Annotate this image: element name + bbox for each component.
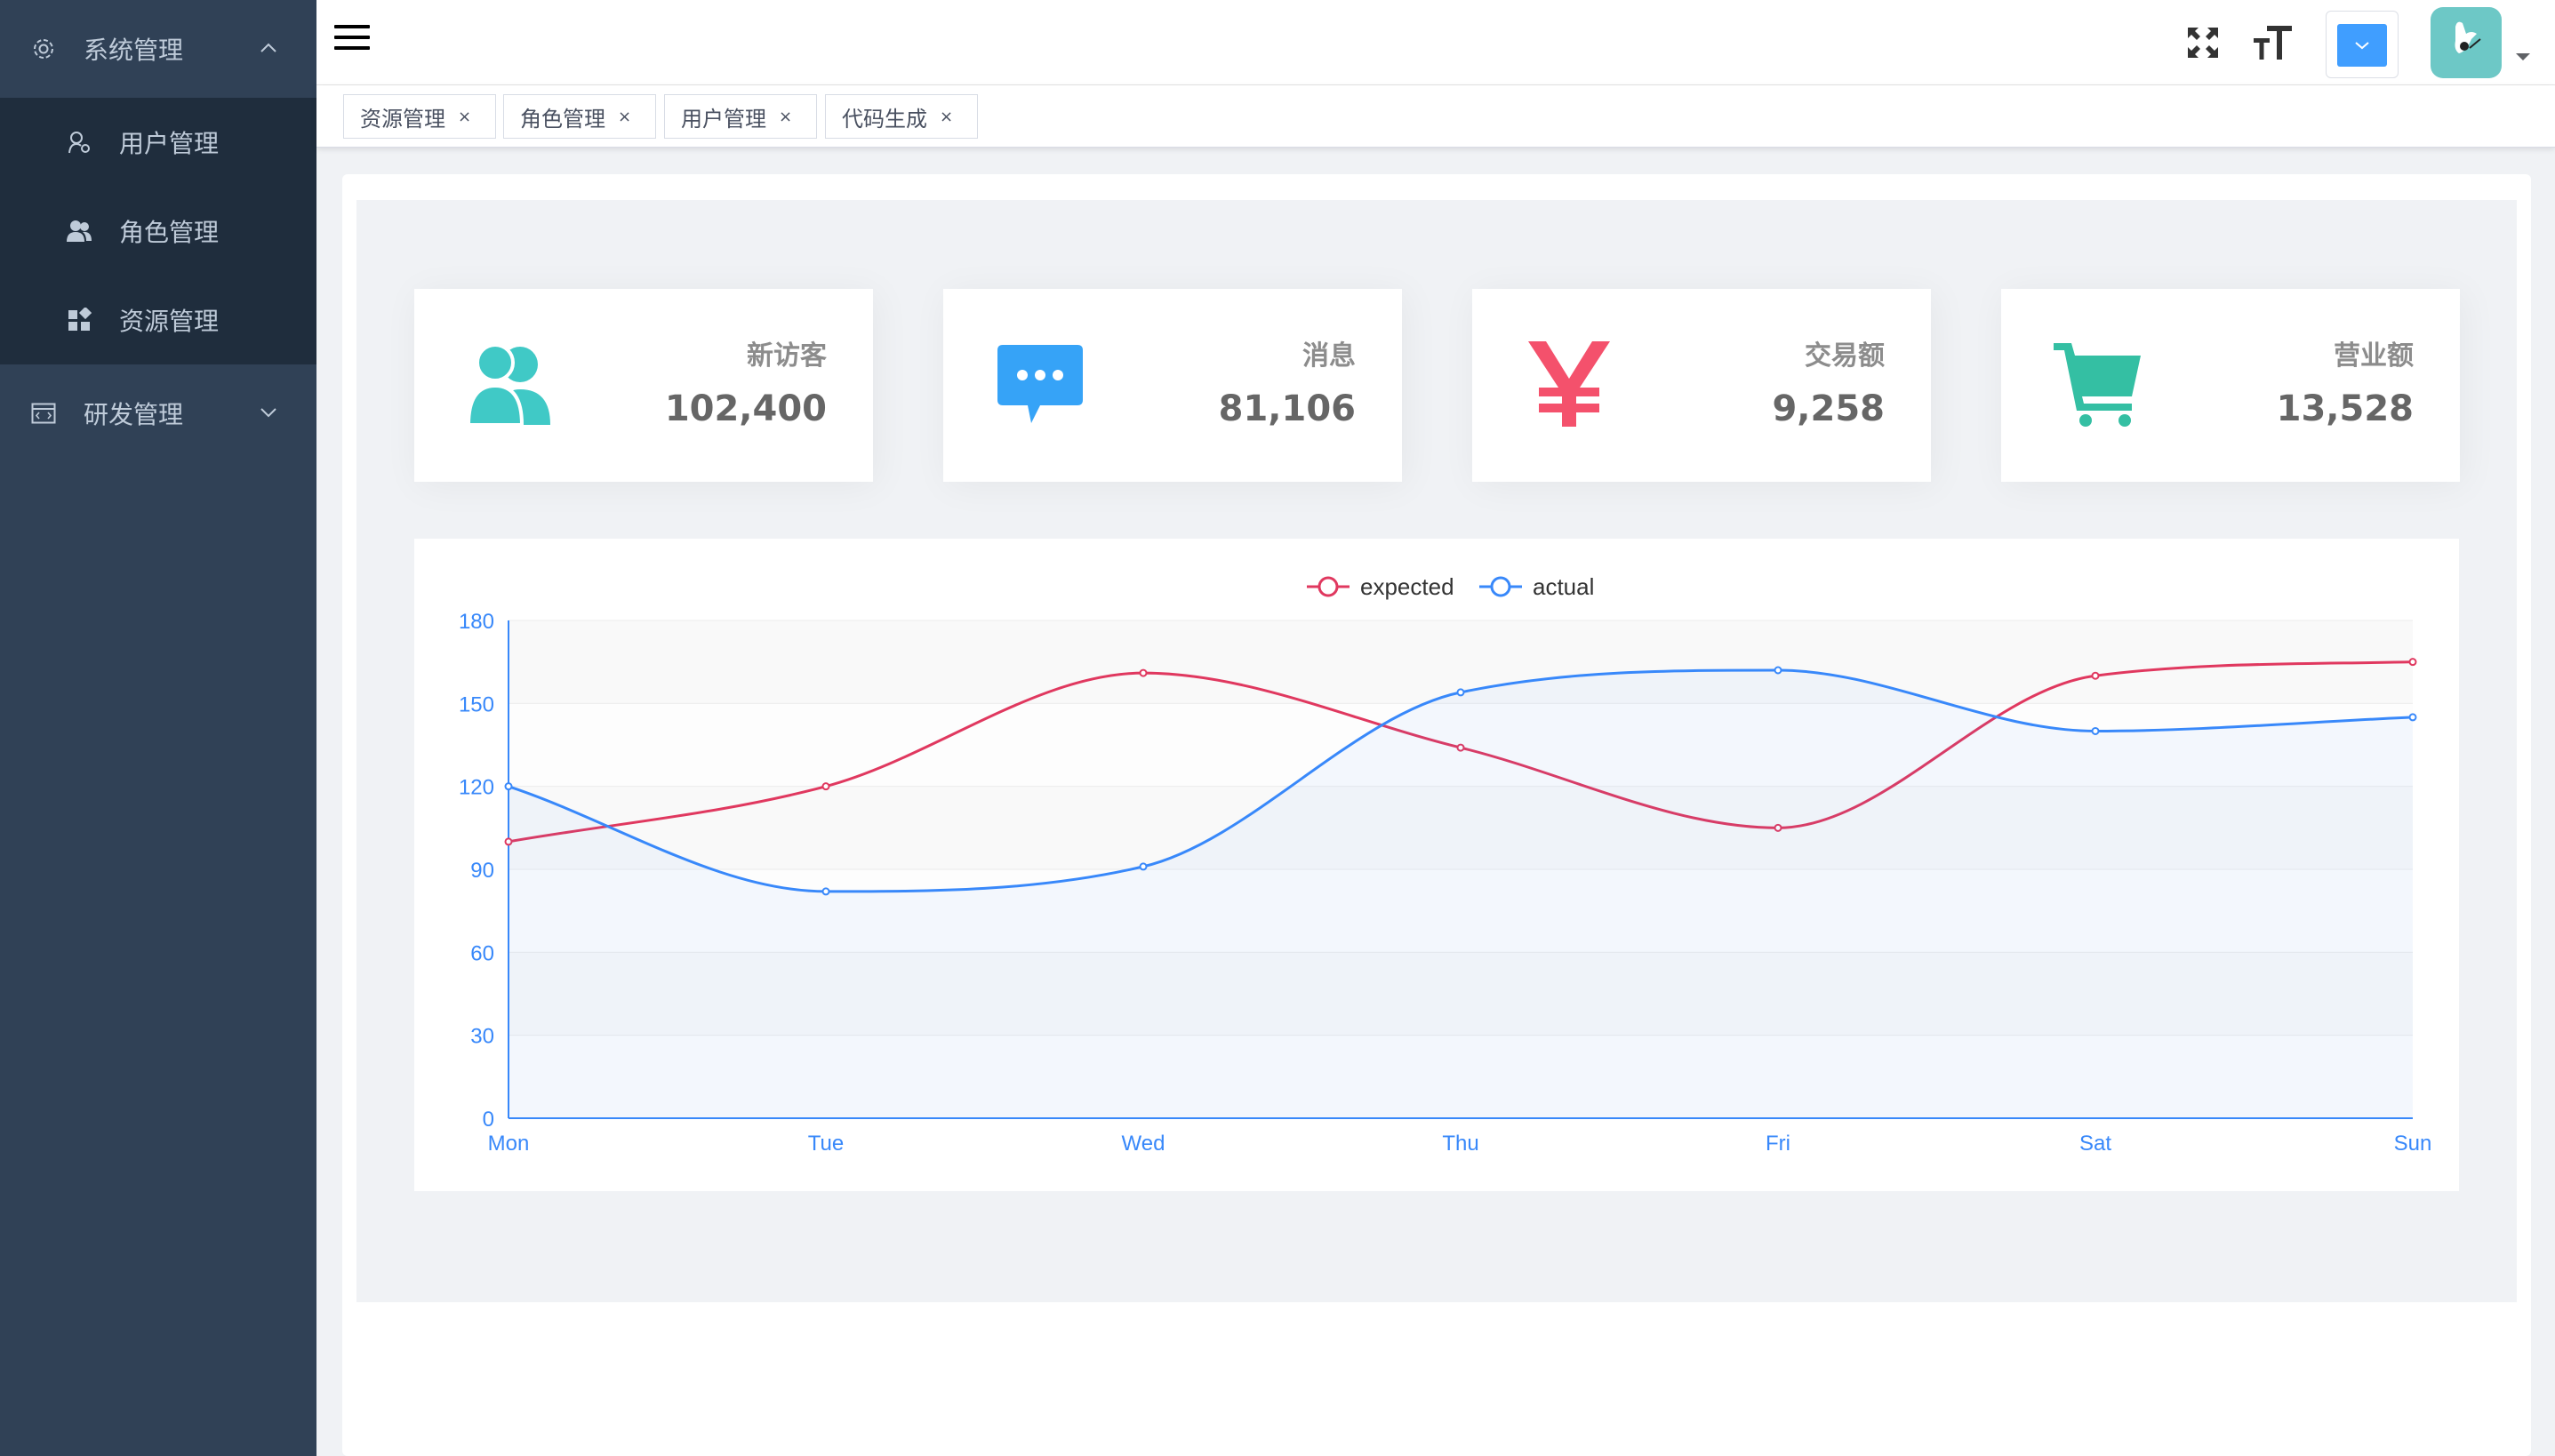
card-transactions[interactable]: 交易额 9,258 [1472, 289, 1931, 482]
text-size-icon[interactable] [2251, 21, 2294, 64]
chevron-down-icon [256, 400, 281, 425]
data-point [2408, 713, 2417, 722]
data-point [1139, 668, 1148, 677]
data-point [821, 782, 830, 791]
grid-icon [66, 307, 92, 333]
message-icon [991, 335, 1089, 433]
avatar[interactable] [2431, 7, 2502, 78]
tag-label: 用户管理 [681, 106, 766, 132]
tag-label: 代码生成 [842, 106, 927, 132]
sidebar-item-resources[interactable]: 资源管理 [0, 276, 316, 364]
gear-icon [30, 36, 57, 62]
menu-system-management[interactable]: 系统管理 [0, 0, 316, 98]
menu-rd-management[interactable]: 研发管理 [0, 364, 316, 462]
close-icon[interactable]: × [618, 108, 631, 126]
submenu-system-management: 用户管理 角色管理 资源管理 [0, 98, 316, 364]
tag-resources[interactable]: 资源管理 × [343, 94, 496, 139]
data-point [821, 887, 830, 896]
card-title: 营业额 [2334, 340, 2414, 372]
tag-roles[interactable]: 角色管理 × [503, 94, 656, 139]
y-tick-label: 150 [459, 692, 494, 716]
x-tick-label: Fri [1766, 1132, 1790, 1156]
size-select[interactable] [2326, 11, 2399, 78]
legend-marker [1318, 576, 1339, 597]
sidebar-item-users[interactable]: 用户管理 [0, 98, 316, 187]
close-icon[interactable]: × [940, 108, 953, 126]
card-title: 消息 [1302, 340, 1356, 372]
legend-marker [1490, 576, 1511, 597]
card-value: 9,258 [1772, 388, 1885, 429]
code-window-icon [30, 400, 57, 427]
tag-label: 角色管理 [520, 106, 605, 132]
x-tick-label: Thu [1442, 1132, 1478, 1156]
legend-label: expected [1360, 573, 1454, 600]
sidebar-item-label: 用户管理 [119, 129, 220, 158]
y-tick-label: 30 [470, 1025, 494, 1049]
card-messages[interactable]: 消息 81,106 [943, 289, 1402, 482]
sidebar: 系统管理 用户管理 角色管理 资源管理 研发管理 [0, 0, 316, 1456]
data-point [504, 782, 513, 791]
legend-label: actual [1533, 573, 1594, 600]
data-point [1774, 666, 1782, 675]
card-revenue[interactable]: 营业额 13,528 [2001, 289, 2460, 482]
card-value: 13,528 [2276, 388, 2414, 429]
close-icon[interactable]: × [458, 108, 471, 126]
sidebar-item-label: 资源管理 [119, 307, 220, 336]
sidebar-item-label: 角色管理 [119, 218, 220, 247]
data-point [2091, 726, 2100, 735]
x-tick-label: Mon [488, 1132, 530, 1156]
tag-users[interactable]: 用户管理 × [664, 94, 817, 139]
card-value: 81,106 [1218, 388, 1356, 429]
y-tick-label: 180 [459, 610, 494, 634]
caret-down-icon[interactable] [2516, 53, 2530, 60]
people-icon [462, 335, 560, 433]
fullscreen-icon[interactable] [2182, 21, 2224, 64]
shopping-cart-icon [2049, 335, 2147, 433]
users-icon [66, 218, 92, 244]
menu-label: 系统管理 [84, 36, 184, 65]
y-tick-label: 120 [459, 776, 494, 800]
tag-label: 资源管理 [360, 106, 445, 132]
sidebar-item-roles[interactable]: 角色管理 [0, 187, 316, 276]
yen-icon [1520, 335, 1618, 433]
card-new-visitors[interactable]: 新访客 102,400 [414, 289, 873, 482]
y-tick-label: 90 [470, 859, 494, 883]
x-tick-label: Tue [808, 1132, 844, 1156]
menu-label: 研发管理 [84, 400, 184, 429]
card-value: 102,400 [664, 388, 827, 429]
chevron-up-icon [256, 36, 281, 60]
card-title: 交易额 [1805, 340, 1885, 372]
hamburger-icon[interactable] [334, 25, 370, 60]
data-point [2408, 658, 2417, 667]
data-point [1139, 862, 1148, 871]
x-tick-label: Wed [1122, 1132, 1165, 1156]
y-tick-label: 0 [483, 1108, 494, 1132]
y-tick-label: 60 [470, 941, 494, 965]
top-navbar [316, 0, 2555, 85]
close-icon[interactable]: × [779, 108, 792, 126]
x-tick-label: Sat [2079, 1132, 2111, 1156]
line-chart: 0 30 60 90 120 150 180 Mon Tue Wed Thu Fri Sat Sun exp… [414, 539, 2459, 1191]
card-title: 新访客 [747, 340, 827, 372]
chart-svg: 0 30 60 90 120 150 180 Mon Tue Wed Thu Fri Sat Sun exp… [459, 573, 2432, 1156]
tags-view: 资源管理 × 角色管理 × 用户管理 × 代码生成 × [316, 85, 2555, 148]
chevron-down-icon [2337, 24, 2387, 67]
tag-codegen[interactable]: 代码生成 × [825, 94, 978, 139]
data-point [2091, 671, 2100, 680]
x-tick-label: Sun [2394, 1132, 2432, 1156]
user-icon [66, 129, 92, 156]
data-point [1456, 688, 1465, 697]
